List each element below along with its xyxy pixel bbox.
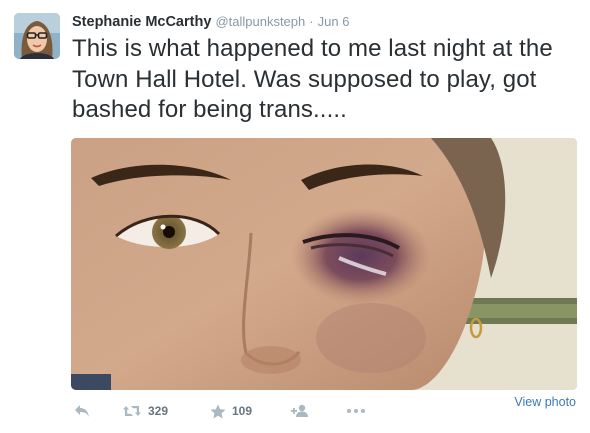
tweet-actions: 329 109 [72, 400, 578, 422]
header-separator: · [309, 14, 314, 29]
avatar[interactable] [14, 13, 60, 59]
tweet-date[interactable]: Jun 6 [318, 14, 350, 29]
more-dots-icon [346, 408, 366, 414]
reply-icon [74, 404, 90, 418]
retweet-icon [122, 404, 142, 418]
reply-button[interactable] [74, 400, 90, 422]
view-photo-link[interactable]: View photo [514, 395, 576, 409]
retweet-count: 329 [148, 404, 169, 418]
retweet-button[interactable]: 329 [122, 400, 168, 422]
tweet-header: Stephanie McCarthy @tallpunksteph · Jun … [72, 12, 349, 32]
follow-button[interactable] [290, 400, 310, 422]
tweet-card: Stephanie McCarthy @tallpunksteph · Jun … [0, 0, 590, 433]
more-button[interactable] [346, 400, 366, 422]
favorite-button[interactable]: 109 [210, 400, 252, 422]
author-handle[interactable]: @tallpunksteph [215, 14, 305, 29]
tweet-text: This is what happened to me last night a… [72, 35, 553, 123]
add-user-icon [290, 404, 310, 418]
tweet-photo[interactable] [71, 138, 577, 390]
favorite-count: 109 [232, 404, 253, 418]
star-icon [210, 404, 226, 419]
author-name[interactable]: Stephanie McCarthy [72, 14, 211, 30]
